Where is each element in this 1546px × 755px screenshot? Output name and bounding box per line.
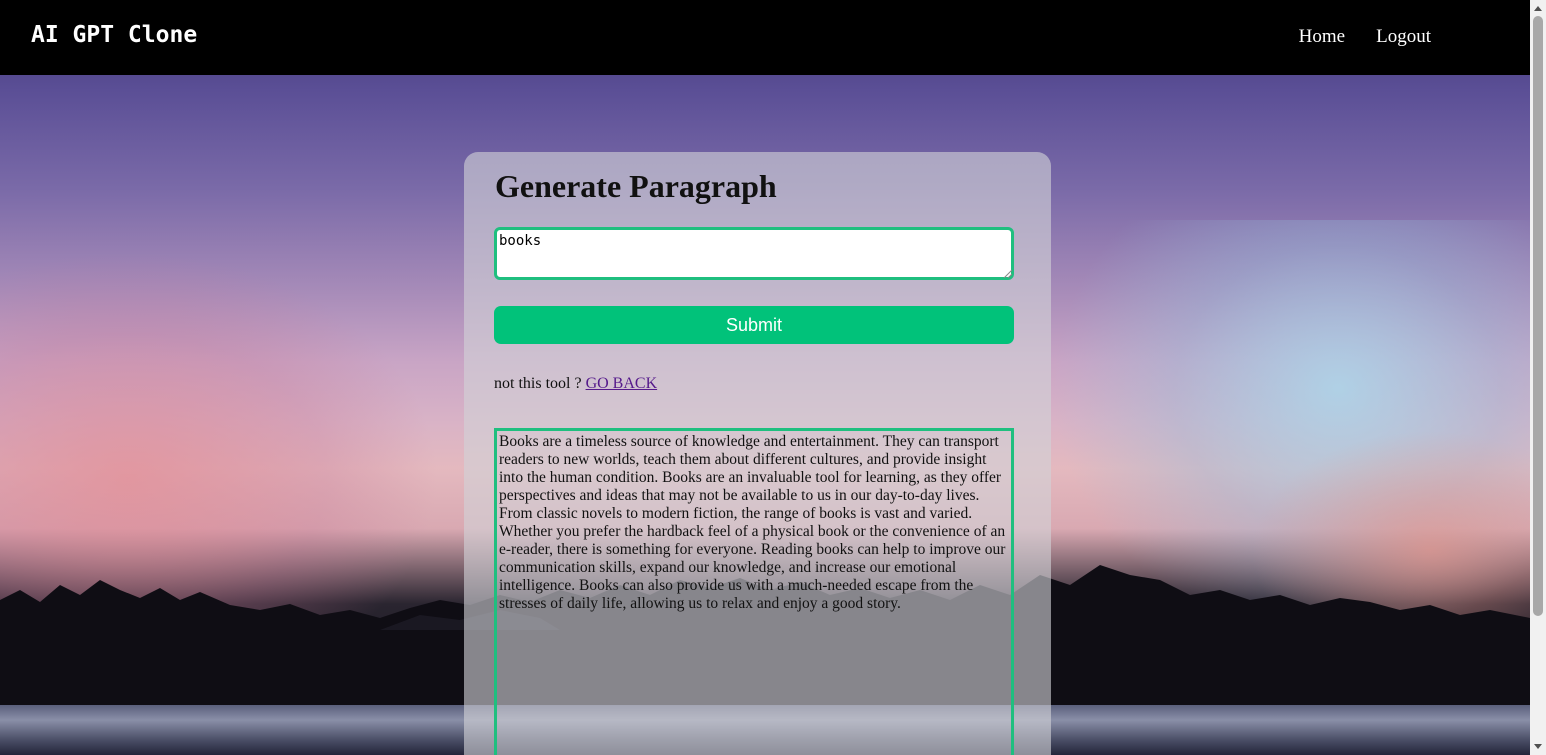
submit-button[interactable]: Submit — [494, 306, 1014, 344]
page-scrollbar[interactable] — [1530, 0, 1546, 755]
top-navbar: AI GPT Clone Home Logout — [0, 0, 1530, 75]
scrollbar-thumb[interactable] — [1533, 16, 1543, 616]
generate-paragraph-card: Generate Paragraph books Submit not this… — [464, 152, 1051, 755]
card-title: Generate Paragraph — [495, 168, 777, 204]
nav-home-link[interactable]: Home — [1299, 26, 1345, 48]
nav-links: Home Logout — [1299, 26, 1431, 48]
scroll-up-arrow-icon[interactable] — [1530, 0, 1546, 16]
brand-logo-text[interactable]: AI GPT Clone — [31, 22, 197, 48]
prompt-textarea[interactable]: books — [494, 227, 1014, 280]
resize-grip-icon[interactable] — [1002, 268, 1012, 278]
scroll-down-arrow-icon[interactable] — [1530, 739, 1546, 755]
go-back-link[interactable]: GO BACK — [586, 375, 658, 392]
nav-logout-link[interactable]: Logout — [1376, 26, 1431, 48]
generated-paragraph-output: Books are a timeless source of knowledge… — [494, 428, 1014, 755]
back-line: not this tool ? GO BACK — [494, 375, 657, 393]
back-prefix-text: not this tool ? — [494, 375, 582, 392]
